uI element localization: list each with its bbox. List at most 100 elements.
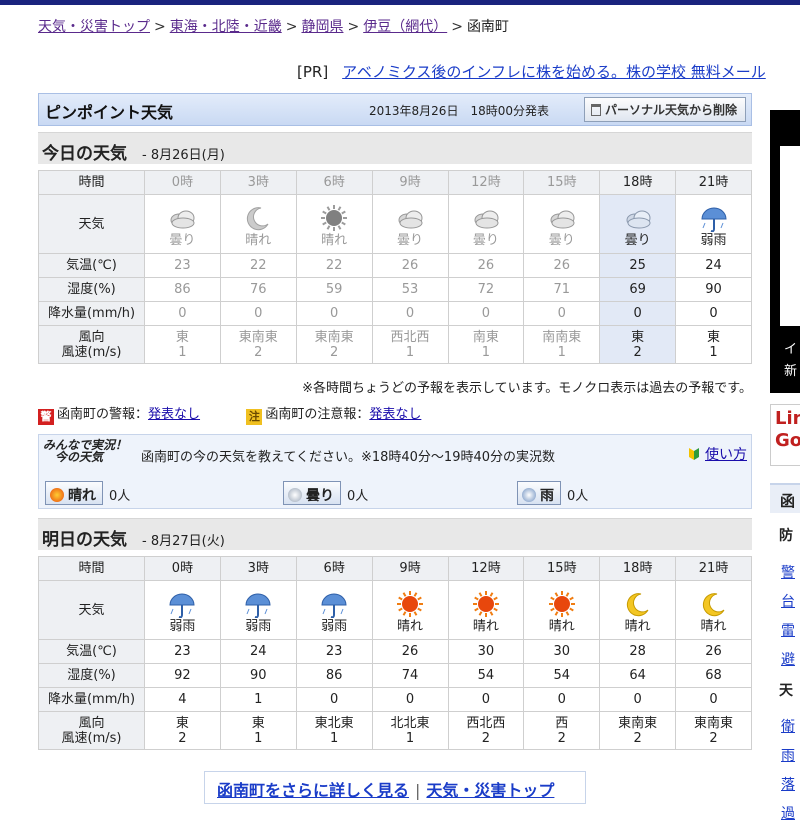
pinpoint-title: ピンポイント天気: [45, 103, 174, 122]
humidity-cell: 54: [447, 663, 525, 688]
humidity-cell: 74: [371, 663, 449, 688]
sidebar-link-text[interactable]: 避: [781, 652, 795, 668]
today-forecast-table: 時間 0時 3時 6時 9時 12時 15時 18時 21時 天気 曇り 晴れ 晴れ 曇り 曇り 曇り 曇り 弱雨…: [38, 170, 752, 364]
breadcrumb-link[interactable]: 天気・災害トップ: [38, 19, 150, 35]
remove-personal-weather-button[interactable]: パーソナル天気から削除: [583, 97, 746, 122]
sidebar-link-text[interactable]: 警: [781, 565, 795, 581]
sidebar-link-text[interactable]: 雨: [781, 748, 795, 764]
pr-ad: [PR] アベノミクス後のインフレに株を始める。株の学校 無料メール: [297, 61, 766, 82]
minna-report-panel: みんなで実況！ 今の天気 函南町の今の天気を教えてください。※18時40分～19…: [38, 434, 752, 509]
humidity-cell: 76: [219, 277, 297, 302]
moon-icon: [702, 593, 724, 617]
warning-link[interactable]: 発表なし: [148, 407, 200, 422]
precip-cell: 0: [675, 301, 752, 326]
vote-sunny-button[interactable]: 晴れ: [45, 481, 103, 505]
footer-links: 函南町をさらに詳しく見る | 天気・災害トップ: [204, 771, 586, 804]
humidity-cell: 72: [447, 277, 525, 302]
precip-cell: 0: [447, 687, 525, 712]
row-label: 湿度(%): [38, 663, 145, 688]
pinpoint-header: ピンポイント天気 2013年8月26日 18時00分発表 パーソナル天気から削除: [38, 93, 752, 126]
sidebar-link-text[interactable]: 台: [781, 594, 795, 610]
wind-cell: 東1: [219, 711, 297, 750]
breadcrumb-separator: >: [451, 19, 463, 35]
humidity-cell: 59: [295, 277, 373, 302]
wind-cell: 西2: [523, 711, 601, 750]
weather-text: 曇り: [472, 233, 499, 248]
forecast-note: ※各時間ちょうどの予報を表示しています。モノクロ表示は過去の予報です。: [302, 381, 752, 396]
time-cell: 12時: [447, 170, 525, 195]
wind-cell: 東1: [144, 325, 221, 364]
sidebar-link[interactable]: 雷: [781, 620, 795, 640]
howto: 使い方: [687, 444, 747, 464]
sidebar-link-text[interactable]: 落: [781, 777, 795, 793]
sidebar-link[interactable]: 雨: [781, 745, 795, 765]
time-cell: 18時: [599, 170, 677, 195]
row-label: 天気: [38, 580, 145, 640]
wind-cell: 東2: [144, 711, 221, 750]
sun-icon: [321, 205, 348, 231]
sun-icon: [50, 488, 64, 502]
sidebar-line-banner[interactable]: Lin Go: [770, 404, 800, 466]
humidity-cell: 90: [219, 663, 297, 688]
humidity-cell: 86: [295, 663, 373, 688]
pr-ad-link[interactable]: アベノミクス後のインフレに株を始める。株の学校 無料メール: [342, 63, 766, 81]
breadcrumb-link[interactable]: 東海・北陸・近畿: [170, 19, 282, 35]
time-cell: 9時: [371, 556, 449, 581]
precip-cell: 0: [599, 301, 677, 326]
precip-cell: 0: [447, 301, 525, 326]
wind-cell: 南南東 1: [523, 325, 601, 364]
weather-cell: 弱雨: [219, 580, 297, 640]
sidebar-ad[interactable]: イ 新: [770, 110, 800, 393]
howto-link[interactable]: 使い方: [705, 447, 747, 463]
humidity-cell: 54: [523, 663, 601, 688]
sidebar-link[interactable]: 衛: [781, 716, 795, 736]
sidebar-link[interactable]: 避: [781, 649, 795, 669]
time-cell: 9時: [371, 170, 449, 195]
advisory-link[interactable]: 発表なし: [369, 407, 421, 422]
sidebar-link-text[interactable]: 過: [781, 806, 795, 822]
wind-cell: 東北東 1: [295, 711, 373, 750]
weather-cell: 曇り: [523, 194, 601, 254]
wind-cell: 西北西 1: [371, 325, 449, 364]
sidebar-link[interactable]: 警: [781, 562, 795, 582]
weather-text: 弱雨: [700, 233, 727, 248]
humidity-cell: 69: [599, 277, 677, 302]
temp-cell: 24: [675, 253, 752, 278]
detail-link[interactable]: 函南町をさらに詳しく見る: [217, 781, 409, 800]
weather-top-link[interactable]: 天気・災害トップ: [426, 781, 554, 800]
weather-cell: 曇り: [144, 194, 221, 254]
breadcrumb-link[interactable]: 伊豆（網代）: [363, 19, 447, 35]
pr-tag: [PR]: [297, 63, 329, 81]
cloudy-icon: [170, 210, 195, 229]
precip-cell: 0: [675, 687, 752, 712]
tomorrow-title: 明日の天気: [42, 530, 127, 550]
sidebar-link[interactable]: 台: [781, 591, 795, 611]
sidebar-link[interactable]: 落: [781, 774, 795, 794]
time-cell: 3時: [219, 170, 297, 195]
sidebar-link-text[interactable]: 衛: [781, 719, 795, 735]
weather-cell: 弱雨: [295, 580, 373, 640]
temp-cell: 26: [371, 253, 449, 278]
time-cell: 6時: [295, 170, 373, 195]
sidebar-link[interactable]: 過: [781, 803, 795, 823]
weather-cell: 弱雨: [675, 194, 752, 254]
weather-text: 晴れ: [472, 619, 499, 634]
today-date: - 8月26日(月): [142, 148, 225, 163]
weather-text: 曇り: [169, 233, 196, 248]
breadcrumb-separator: >: [347, 19, 360, 35]
cloudy-icon: [288, 488, 302, 502]
vote-cloudy-button[interactable]: 曇り: [283, 481, 341, 505]
weather-text: 晴れ: [624, 619, 651, 634]
wind-cell: 東南東 2: [219, 325, 297, 364]
breadcrumb-link[interactable]: 静岡県: [301, 19, 343, 35]
wind-cell: 東2: [599, 325, 677, 364]
vote-rain-button[interactable]: 雨: [517, 481, 561, 505]
weather-cell: 晴れ: [371, 580, 449, 640]
time-cell: 6時: [295, 556, 373, 581]
precip-cell: 0: [523, 301, 601, 326]
sidebar-link-text[interactable]: 雷: [781, 623, 795, 639]
weather-cell: 晴れ: [599, 580, 677, 640]
time-cell: 0時: [144, 556, 221, 581]
sidebar-heading: 函: [770, 483, 800, 513]
time-cell: 15時: [523, 170, 601, 195]
